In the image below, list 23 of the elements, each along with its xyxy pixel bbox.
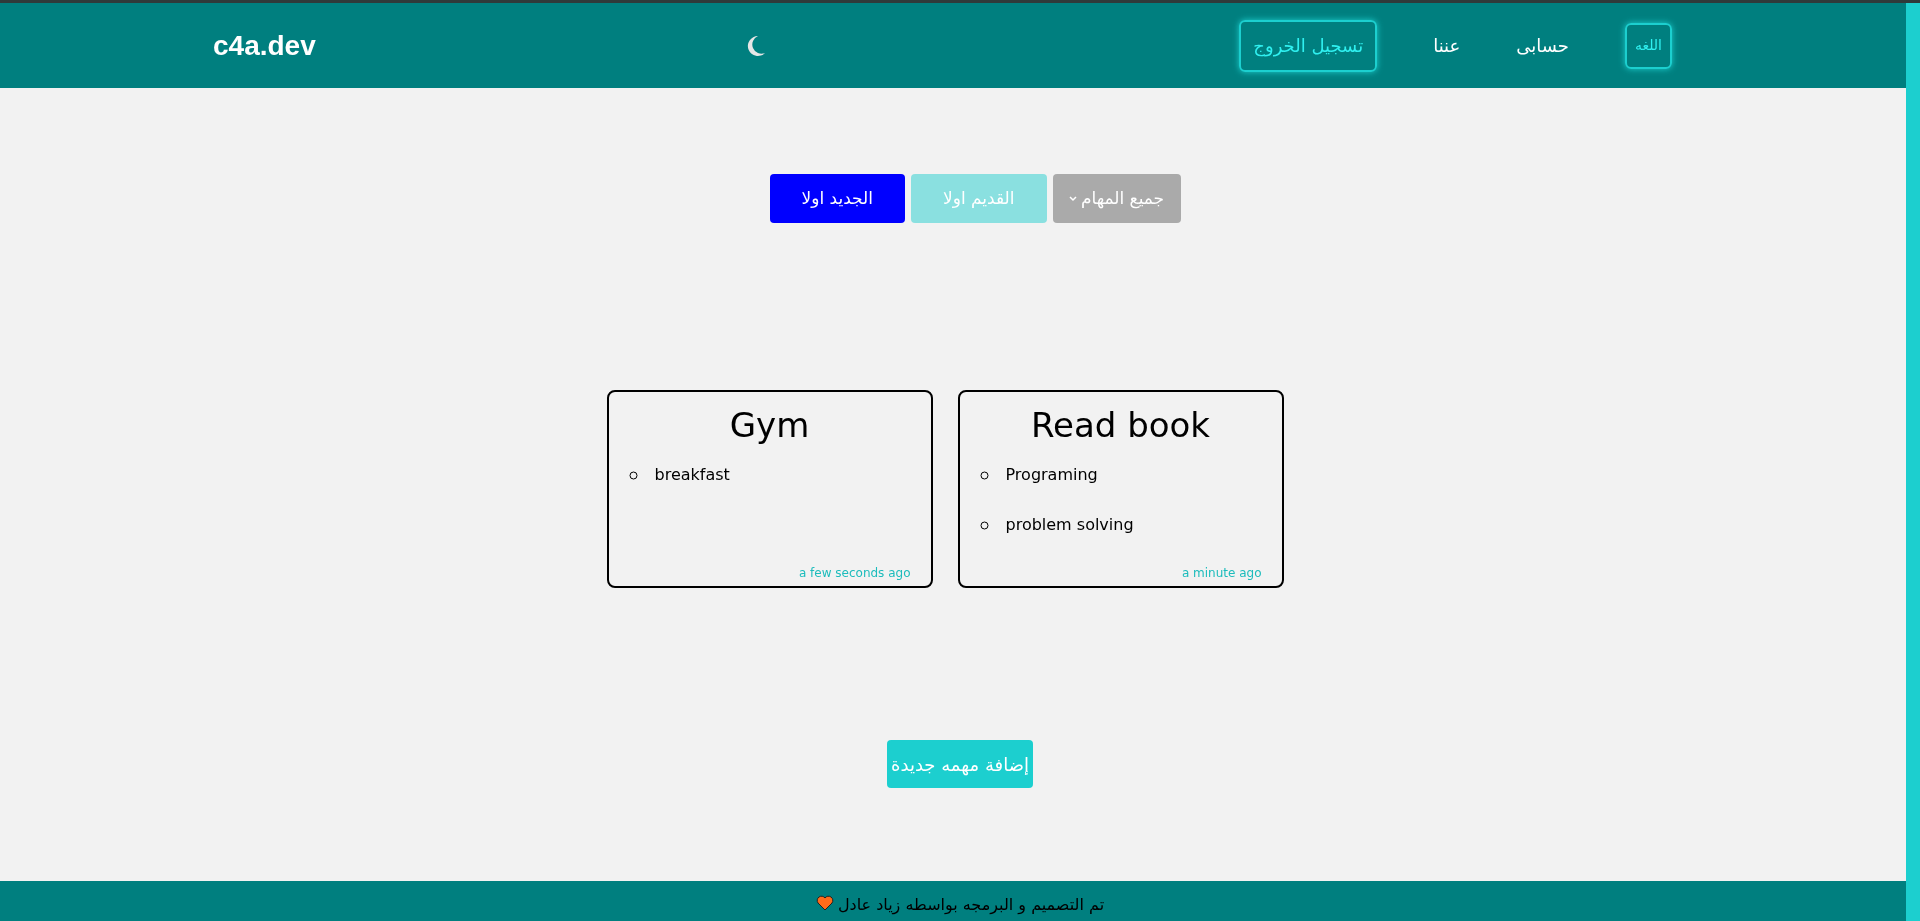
bullet-icon — [979, 520, 989, 530]
chevron-down-icon — [1068, 195, 1077, 202]
bullet-icon — [628, 470, 638, 480]
bullet-icon — [979, 470, 989, 480]
heart-icon — [815, 895, 834, 911]
footer-text: تم التصميم و البرمجه بواسطه زياد عادل — [837, 895, 1105, 915]
logo[interactable]: c4a.dev — [213, 24, 316, 67]
nav-button[interactable]: اللغه — [1624, 22, 1672, 69]
task-item: Programing — [1005, 464, 1098, 486]
nav-button[interactable]: تسجيل الخروج — [1239, 19, 1378, 72]
scrollbar[interactable] — [1906, 3, 1920, 921]
card-time: a minute ago — [1181, 565, 1262, 582]
add-task-button[interactable]: إضافة مهمه جديدة — [887, 740, 1033, 788]
card-time: a few seconds ago — [798, 565, 911, 582]
card-title: Read book — [1030, 404, 1211, 447]
sort-button[interactable]: الجديد اولا — [769, 174, 905, 223]
moon-icon[interactable] — [745, 34, 766, 57]
task-item: breakfast — [654, 464, 730, 486]
task-item: problem solving — [1005, 514, 1134, 536]
card-title: Gym — [729, 404, 810, 447]
nav-link[interactable]: عننا — [1433, 32, 1461, 59]
nav-link[interactable]: حسابى — [1516, 32, 1569, 59]
filter-dropdown[interactable]: جميع المهام — [1052, 174, 1181, 223]
